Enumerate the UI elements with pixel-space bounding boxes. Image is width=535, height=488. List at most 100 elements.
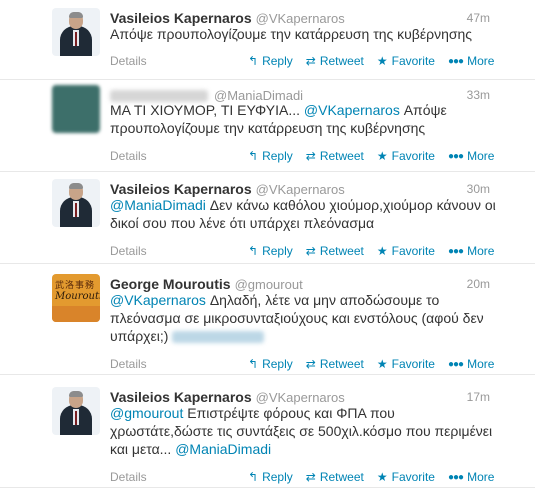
tweet-item[interactable]: 武洛事務Mouroutis George Mouroutis @gmourout 20…	[0, 264, 535, 375]
retweet-icon: ⇄	[305, 149, 316, 163]
reply-label: Reply	[262, 149, 293, 163]
more-label: More	[467, 244, 495, 258]
mention-link[interactable]: @ManiaDimadi	[175, 441, 271, 457]
retweet-icon: ⇄	[305, 244, 316, 258]
blurred-name	[110, 89, 208, 102]
avatar[interactable]	[52, 387, 100, 435]
tweet-actions: ↰ Reply ⇄ Retweet ★ Favorite ●●● More	[248, 470, 507, 484]
star-icon: ★	[376, 470, 388, 484]
tweet-actions: ↰ Reply ⇄ Retweet ★ Favorite ●●● More	[248, 357, 507, 371]
reply-icon: ↰	[248, 149, 259, 163]
more-dots-icon: ●●●	[447, 359, 464, 370]
tweet-feed: Vasileios Kapernaros @VKapernaros 47m Απόψε…	[0, 0, 535, 488]
favorite-button[interactable]: ★ Favorite	[377, 149, 435, 163]
tweet-text-segment: ΜΑ ΤΙ ΧΙΟΥΜΟΡ, ΤΙ ΕΥΦΥΙΑ...	[110, 102, 304, 118]
author-handle[interactable]: @VKapernaros	[256, 11, 345, 26]
avatar-photo-part	[69, 391, 83, 397]
mention-link[interactable]: @VKapernaros	[110, 292, 206, 308]
retweet-icon: ⇄	[305, 54, 316, 68]
reply-label: Reply	[262, 470, 293, 484]
avatar-photo-part	[69, 12, 83, 18]
retweet-label: Retweet	[319, 470, 364, 484]
retweet-label: Retweet	[319, 54, 364, 68]
tweet-timestamp[interactable]: 20m	[467, 277, 490, 291]
more-button[interactable]: ●●● More	[448, 149, 494, 163]
avatar-photo-part	[69, 183, 83, 189]
star-icon: ★	[376, 149, 388, 163]
more-button[interactable]: ●●● More	[448, 357, 494, 371]
retweet-label: Retweet	[319, 244, 364, 258]
tweet-item[interactable]: Vasileios Kapernaros @VKapernaros 47m Απόψε…	[0, 0, 535, 80]
tweet-item[interactable]: Vasileios Kapernaros @VKapernaros 30m @Mani…	[0, 172, 535, 264]
favorite-label: Favorite	[391, 149, 435, 163]
retweet-button[interactable]: ⇄ Retweet	[306, 244, 364, 258]
favorite-button[interactable]: ★ Favorite	[377, 54, 435, 68]
more-label: More	[467, 357, 495, 371]
details-link[interactable]: Details	[110, 244, 147, 258]
more-label: More	[467, 149, 495, 163]
avatar[interactable]	[52, 179, 100, 227]
favorite-button[interactable]: ★ Favorite	[377, 357, 435, 371]
star-icon: ★	[376, 357, 388, 371]
mention-link[interactable]: @gmourout	[110, 405, 183, 421]
avatar-photo-part	[75, 203, 77, 217]
tweet-timestamp[interactable]: 17m	[467, 390, 490, 404]
retweet-button[interactable]: ⇄ Retweet	[306, 357, 364, 371]
more-button[interactable]: ●●● More	[448, 470, 494, 484]
avatar-logo-script: Mouroutis	[55, 291, 100, 302]
tweet-timestamp[interactable]: 30m	[467, 182, 490, 196]
details-link[interactable]: Details	[110, 54, 147, 68]
favorite-label: Favorite	[391, 357, 435, 371]
tweet-text-segment: Απόψε προυπολογίζουμε την κατάρρευση της…	[110, 26, 473, 42]
avatar[interactable]	[52, 8, 100, 56]
more-label: More	[467, 470, 495, 484]
avatar[interactable]	[52, 85, 100, 133]
reply-button[interactable]: ↰ Reply	[248, 149, 293, 163]
avatar-logo-glyphs: 武洛事務	[55, 280, 96, 290]
favorite-button[interactable]: ★ Favorite	[377, 244, 435, 258]
tweet-item[interactable]: @ManiaDimadi 33m ΜΑ ΤΙ ΧΙΟΥΜΟΡ, ΤΙ ΕΥΦΥΙΑ.…	[0, 80, 535, 172]
reply-button[interactable]: ↰ Reply	[248, 54, 293, 68]
tweet-text: ΜΑ ΤΙ ΧΙΟΥΜΟΡ, ΤΙ ΕΥΦΥΙΑ... @VKapernaros…	[110, 101, 498, 137]
tweet-timestamp[interactable]: 33m	[467, 88, 490, 102]
author-handle[interactable]: @VKapernaros	[256, 390, 345, 405]
retweet-label: Retweet	[319, 149, 364, 163]
star-icon: ★	[376, 244, 388, 258]
favorite-label: Favorite	[391, 244, 435, 258]
details-link[interactable]: Details	[110, 149, 147, 163]
avatar[interactable]: 武洛事務Mouroutis	[52, 274, 100, 322]
more-dots-icon: ●●●	[447, 151, 464, 162]
retweet-icon: ⇄	[305, 357, 316, 371]
author-name[interactable]: Vasileios Kapernaros	[110, 181, 252, 197]
reply-button[interactable]: ↰ Reply	[248, 357, 293, 371]
reply-button[interactable]: ↰ Reply	[248, 470, 293, 484]
author-name[interactable]: Vasileios Kapernaros	[110, 10, 252, 26]
retweet-button[interactable]: ⇄ Retweet	[306, 149, 364, 163]
more-button[interactable]: ●●● More	[448, 54, 494, 68]
tweet-text: Απόψε προυπολογίζουμε την κατάρρευση της…	[110, 25, 498, 43]
more-button[interactable]: ●●● More	[448, 244, 494, 258]
reply-label: Reply	[262, 244, 293, 258]
reply-icon: ↰	[248, 54, 259, 68]
reply-icon: ↰	[248, 244, 259, 258]
tweet-item[interactable]: Vasileios Kapernaros @VKapernaros 17m @gmou…	[0, 375, 535, 488]
more-dots-icon: ●●●	[447, 246, 464, 257]
author-name[interactable]: George Mouroutis	[110, 276, 231, 292]
reply-icon: ↰	[248, 470, 259, 484]
tweet-text: @ManiaDimadi Δεν κάνω καθόλου χιούμορ,χι…	[110, 196, 498, 232]
favorite-button[interactable]: ★ Favorite	[377, 470, 435, 484]
tweet-timestamp[interactable]: 47m	[467, 11, 490, 25]
retweet-button[interactable]: ⇄ Retweet	[306, 54, 364, 68]
mention-link[interactable]: @VKapernaros	[304, 102, 400, 118]
reply-label: Reply	[262, 54, 293, 68]
reply-button[interactable]: ↰ Reply	[248, 244, 293, 258]
author-handle[interactable]: @VKapernaros	[256, 182, 345, 197]
retweet-button[interactable]: ⇄ Retweet	[306, 470, 364, 484]
details-link[interactable]: Details	[110, 357, 147, 371]
author-name[interactable]: Vasileios Kapernaros	[110, 389, 252, 405]
blurred-mention	[172, 331, 265, 344]
author-handle[interactable]: @gmourout	[235, 277, 303, 292]
details-link[interactable]: Details	[110, 470, 147, 484]
mention-link[interactable]: @ManiaDimadi	[110, 197, 206, 213]
more-dots-icon: ●●●	[447, 472, 464, 483]
